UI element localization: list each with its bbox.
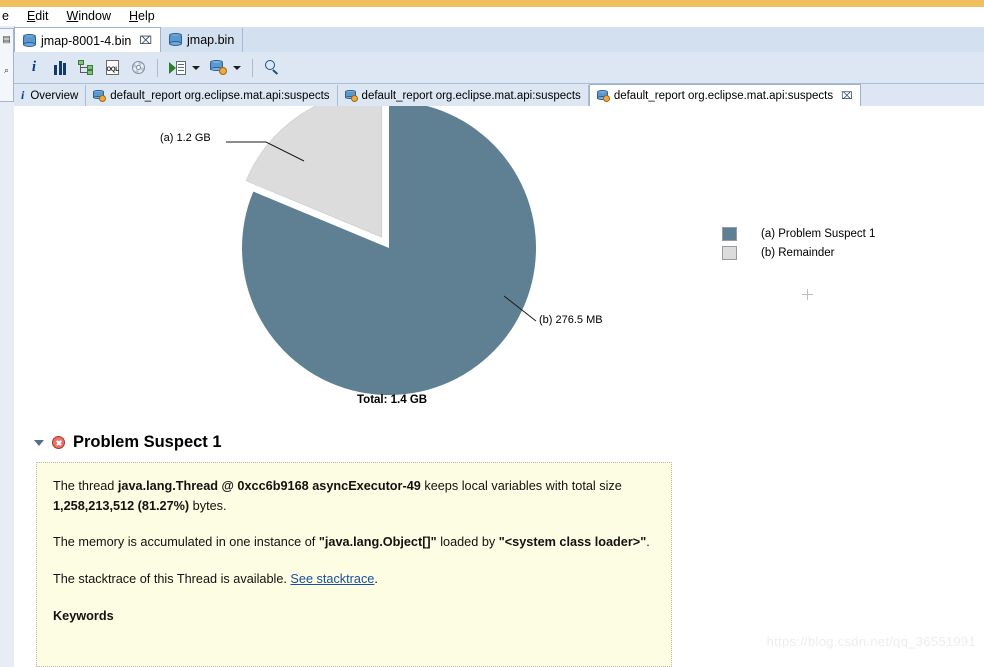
editor-tab-jmap[interactable]: jmap.bin <box>161 28 244 52</box>
chevron-down-icon[interactable] <box>34 439 44 446</box>
tab-default-report-3[interactable]: default_report org.eclipse.mat.api:suspe… <box>588 84 861 107</box>
bar-chart-icon <box>54 60 66 75</box>
dominator-tree-button[interactable] <box>74 56 98 80</box>
menu-file-label: e <box>2 9 9 23</box>
error-icon <box>52 436 65 449</box>
toolbar-separator <box>157 58 158 77</box>
p1-post: bytes. <box>189 498 227 513</box>
gear-icon <box>131 60 146 75</box>
tab-default-report-label: default_report org.eclipse.mat.api:suspe… <box>361 89 581 102</box>
report-cylinder-icon <box>209 60 227 75</box>
oql-document-icon: OQL <box>105 60 119 75</box>
menu-edit[interactable]: Edit <box>18 7 58 26</box>
p3-post: . <box>374 572 378 587</box>
suspect-paragraph-2: The memory is accumulated in one instanc… <box>53 533 655 553</box>
cursor-artifact <box>802 289 813 300</box>
legend-swatch <box>722 226 737 241</box>
search-view-icon[interactable]: ⌕ <box>1 65 12 76</box>
info-icon: i <box>21 88 25 102</box>
editor-tab-label: jmap-8001-4.bin <box>41 33 132 48</box>
oql-glyph: OQL <box>106 67 119 73</box>
report-icon <box>344 89 358 102</box>
tab-default-report-1[interactable]: default_report org.eclipse.mat.api:suspe… <box>86 85 338 106</box>
heap-dump-icon <box>23 33 36 48</box>
keywords-heading: Keywords <box>53 608 114 623</box>
toolbar-separator <box>252 58 253 77</box>
search-button[interactable] <box>260 56 284 80</box>
query-browser-button[interactable] <box>126 56 150 80</box>
menu-edit-label: dit <box>35 9 49 23</box>
search-icon <box>264 60 280 75</box>
p2-post: . <box>646 535 650 550</box>
legend-swatch <box>722 245 737 260</box>
legend-label: (b) Remainder <box>761 246 835 259</box>
close-icon[interactable]: ⌧ <box>841 91 853 102</box>
menu-help-label: elp <box>138 9 155 23</box>
close-icon[interactable]: ⌧ <box>139 34 152 47</box>
tab-default-report-label: default_report org.eclipse.mat.api:suspe… <box>613 90 834 102</box>
report-tab-bar: i Overview default_report org.eclipse.ma… <box>14 84 984 107</box>
tab-overview[interactable]: i Overview <box>14 85 87 106</box>
mat-window: e Edit Window Help ▤ ⌕ jmap-8001-4.bin ⌧… <box>0 0 984 667</box>
see-stacktrace-link[interactable]: See stacktrace <box>290 572 374 586</box>
p1-size: 1,258,213,512 (81.27%) <box>53 498 190 513</box>
page-title: Problem Suspect 1 <box>73 433 222 451</box>
watermark: https://blog.csdn.net/qq_36551991 <box>766 634 976 649</box>
p2-pre: The memory is accumulated in one instanc… <box>53 535 319 550</box>
suspect-paragraph-1: The thread java.lang.Thread @ 0xcc6b9168… <box>53 477 655 516</box>
tree-icon <box>78 60 94 75</box>
editor-toolbar: i OQL <box>14 52 984 84</box>
p2-mid: loaded by <box>436 535 499 550</box>
report-icon <box>93 89 107 102</box>
histogram-button[interactable] <box>48 56 72 80</box>
suspect-paragraph-3: The stacktrace of this Thread is availab… <box>53 570 655 590</box>
problem-suspect-description: The thread java.lang.Thread @ 0xcc6b9168… <box>36 462 672 667</box>
menu-bar: e Edit Window Help <box>0 7 984 26</box>
tab-default-report-label: default_report org.eclipse.mat.api:suspe… <box>110 89 330 102</box>
editor-tab-label: jmap.bin <box>187 33 235 47</box>
info-icon: i <box>31 59 37 75</box>
p1-pre: The thread <box>53 479 118 493</box>
p1-mid: keeps local variables with total size <box>420 479 622 493</box>
problem-suspect-header[interactable]: Problem Suspect 1 <box>34 433 222 452</box>
pie-label-b: (b) 276.5 MB <box>539 314 603 326</box>
package-explorer-icon[interactable]: ▤ <box>1 34 12 45</box>
report-content: (a) 1.2 GB (b) 276.5 MB Total: 1.4 GB (a… <box>14 106 984 667</box>
oql-button[interactable]: OQL <box>100 56 124 80</box>
menu-file[interactable]: e <box>0 7 18 26</box>
left-dock-view-buttons[interactable]: ▤ ⌕ <box>0 28 14 102</box>
p2-class: "java.lang.Object[]" <box>318 535 437 550</box>
pie-label-a: (a) 1.2 GB <box>160 132 211 144</box>
p3-pre: The stacktrace of this Thread is availab… <box>53 572 291 587</box>
tab-overview-label: Overview <box>30 89 79 102</box>
chart-legend: (a) Problem Suspect 1 (b) Remainder <box>722 224 875 262</box>
left-dock-strip: ▤ ⌕ <box>0 26 15 667</box>
run-report-icon <box>168 60 186 75</box>
menu-help[interactable]: Help <box>120 7 164 26</box>
overview-info-button[interactable]: i <box>22 56 46 80</box>
pie-total-label: Total: 1.4 GB <box>357 394 428 406</box>
editor-tab-bar: jmap-8001-4.bin ⌧ jmap.bin <box>14 27 984 53</box>
editor-tab-jmap-8001-4[interactable]: jmap-8001-4.bin ⌧ <box>14 27 162 53</box>
legend-item-problem-suspect-1[interactable]: (a) Problem Suspect 1 <box>722 224 875 243</box>
legend-label: (a) Problem Suspect 1 <box>761 227 876 240</box>
chevron-down-icon[interactable] <box>233 65 241 70</box>
run-expert-system-button[interactable] <box>165 56 189 80</box>
tab-default-report-2[interactable]: default_report org.eclipse.mat.api:suspe… <box>338 85 589 106</box>
pie-chart: (a) 1.2 GB (b) 276.5 MB Total: 1.4 GB (a… <box>14 106 984 416</box>
chevron-down-icon[interactable] <box>192 65 200 70</box>
legend-item-remainder[interactable]: (b) Remainder <box>722 243 875 262</box>
p2-loader: "<system class loader>" <box>498 535 647 550</box>
open-report-button[interactable] <box>206 56 230 80</box>
menu-window-label: indow <box>78 9 111 23</box>
menu-window[interactable]: Window <box>58 7 120 26</box>
report-icon <box>596 90 610 102</box>
p1-thread: java.lang.Thread @ 0xcc6b9168 asyncExecu… <box>117 479 421 493</box>
heap-dump-icon <box>169 33 183 47</box>
